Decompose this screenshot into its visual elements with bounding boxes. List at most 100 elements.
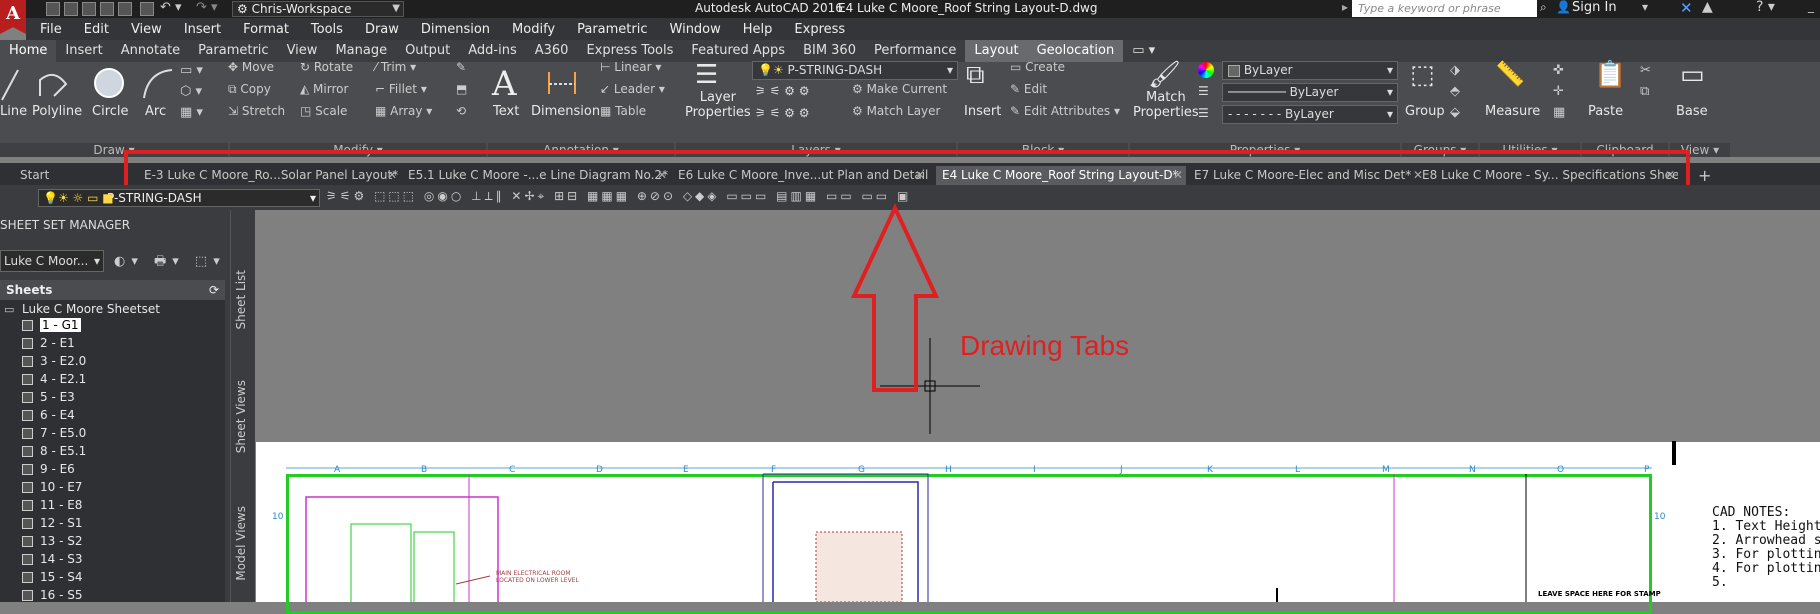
toolbar-icons[interactable]: ⚞⚟⚙ ⬚⬚⬚ ◎◉○ ⊥⟂∥ ✕✢⌖ ⊞⊟ ▦▦▦ ⊕⊘⊙ ◇◆◈ ▭▭▭ ▤… [326, 189, 911, 204]
menu-tools[interactable]: Tools [311, 22, 343, 37]
match-layer-button[interactable]: ⚙ Match Layer [852, 104, 940, 118]
sheet-item[interactable]: 1 - G1 [40, 318, 81, 332]
erase-icon[interactable]: ✎ [456, 60, 466, 74]
offset-icon[interactable]: ⟲ [456, 104, 466, 118]
menu-edit[interactable]: Edit [84, 22, 109, 37]
menu-draw[interactable]: Draw [365, 22, 399, 37]
draw-small-icons[interactable]: ▭ ▾ ⬡ ▾ ▦ ▾ [180, 60, 203, 123]
exchange-icon[interactable]: ✕ [1680, 0, 1693, 17]
edit-attributes-button[interactable]: ✎ Edit Attributes ▾ [1010, 104, 1120, 118]
tab-parametric[interactable]: Parametric [189, 40, 277, 62]
menu-express[interactable]: Express [794, 22, 845, 37]
sheet-item[interactable]: 10 - E7 [40, 480, 82, 494]
layer-tools-icons[interactable]: ⚞ ⚟ ⚙ ⚙ [755, 84, 809, 98]
tab-geolocation[interactable]: Geolocation [1027, 40, 1124, 62]
menu-view[interactable]: View [131, 22, 162, 37]
tab-start[interactable]: Start [14, 166, 118, 185]
table-button[interactable]: ▦ Table [600, 104, 646, 118]
linear-button[interactable]: ⊢ Linear ▾ [600, 60, 661, 74]
stretch-button[interactable]: ⇲ Stretch [228, 104, 285, 118]
cut-copy-icons[interactable]: ✂ ⧉ [1640, 60, 1651, 102]
menu-window[interactable]: Window [670, 22, 721, 37]
save-as-icon[interactable] [100, 2, 114, 16]
menu-file[interactable]: File [40, 22, 62, 37]
polyline-button[interactable]: Polyline [32, 104, 82, 119]
tab-sheet-views[interactable]: Sheet Views [234, 380, 248, 453]
undo-icon[interactable]: ↶ ▾ [160, 0, 182, 15]
menu-dimension[interactable]: Dimension [421, 22, 490, 37]
move-button[interactable]: ✥ Move [228, 60, 274, 74]
paste-button[interactable]: Paste [1588, 104, 1623, 119]
edit-button[interactable]: ✎ Edit [1010, 82, 1047, 96]
sheet-set-combo[interactable]: Luke C Moor... ▾ [0, 250, 104, 272]
tab-model-views[interactable]: Model Views [234, 506, 248, 581]
plot-icon[interactable] [118, 2, 132, 16]
layer-tools-icons-2[interactable]: ⚞ ⚟ ⚙ ⚙ [755, 106, 809, 120]
sheet-item[interactable]: 7 - E5.0 [40, 426, 86, 440]
tab-featured-apps[interactable]: Featured Apps [682, 40, 794, 62]
scale-button[interactable]: ◳ Scale [300, 104, 347, 118]
tab-annotate[interactable]: Annotate [112, 40, 189, 62]
text-button[interactable]: Text [493, 104, 519, 119]
menu-help[interactable]: Help [743, 22, 773, 37]
fillet-button[interactable]: ⌐ Fillet ▾ [375, 82, 427, 96]
tab-output[interactable]: Output [396, 40, 459, 62]
base-button[interactable]: Base [1676, 104, 1708, 119]
explode-icon[interactable]: ⬒ [456, 82, 467, 96]
sign-in-button[interactable]: Sign In [1572, 0, 1617, 15]
sheet-item[interactable]: 14 - S3 [40, 552, 82, 566]
sheet-item[interactable]: 4 - E2.1 [40, 372, 86, 386]
circle-button[interactable]: Circle [92, 104, 129, 119]
tab-insert[interactable]: Insert [56, 40, 111, 62]
make-current-button[interactable]: ⚙ Make Current [852, 82, 947, 96]
match-properties-button[interactable]: Match Properties [1133, 90, 1199, 120]
line-button[interactable]: Line [0, 104, 27, 119]
sheet-item[interactable]: 11 - E8 [40, 498, 82, 512]
tab-home[interactable]: Home [0, 40, 57, 62]
tab-manage[interactable]: Manage [326, 40, 396, 62]
linetype-dropdown[interactable]: ──────── ByLayer ▾ [1222, 83, 1398, 102]
sheet-item[interactable]: 6 - E4 [40, 408, 75, 422]
layer-properties-button[interactable]: Layer Properties [685, 90, 751, 120]
save-icon[interactable] [82, 2, 96, 16]
group-tools-icons[interactable]: ⬗ ⬘ ⬙ [1450, 60, 1460, 123]
search-icon[interactable]: ⌕ [1540, 0, 1554, 17]
measure-button[interactable]: Measure [1485, 104, 1540, 119]
sheet-item[interactable]: 3 - E2.0 [40, 354, 86, 368]
redo-icon[interactable]: ↷ ▾ [196, 0, 218, 15]
color-dropdown[interactable]: ByLayer ▾ [1222, 61, 1398, 80]
tab-layout[interactable]: Layout [965, 40, 1028, 62]
minimize-icon[interactable]: _ [1808, 0, 1814, 13]
utility-tools-icons[interactable]: ✜ ✛ ▦ [1553, 60, 1565, 123]
refresh-icon[interactable]: ⟳ [209, 280, 219, 300]
tab-performance[interactable]: Performance [865, 40, 965, 62]
help-icon[interactable]: ? ▾ [1756, 0, 1775, 15]
menu-format[interactable]: Format [243, 22, 289, 37]
sheet-item[interactable]: 5 - E3 [40, 390, 75, 404]
tab-a360[interactable]: A360 [526, 40, 578, 62]
sheet-item[interactable]: 16 - S5 [40, 588, 82, 602]
workspace-dropdown[interactable]: ⚙ Chris-Workspace ▼ [232, 1, 404, 17]
array-button[interactable]: ▦ Array ▾ [375, 104, 432, 118]
rotate-button[interactable]: ↻ Rotate [300, 60, 353, 74]
create-button[interactable]: ▭ Create [1010, 60, 1065, 74]
sheet-item[interactable]: 2 - E1 [40, 336, 75, 350]
menu-modify[interactable]: Modify [512, 22, 555, 37]
tab-bim-360[interactable]: BIM 360 [794, 40, 865, 62]
insert-button[interactable]: Insert [964, 104, 1001, 119]
tab-add-ins[interactable]: Add-ins [459, 40, 525, 62]
tab-sheet-list[interactable]: Sheet List [234, 270, 248, 329]
tab-express-tools[interactable]: Express Tools [577, 40, 682, 62]
autocad-logo[interactable]: A [0, 0, 26, 34]
open-icon[interactable] [64, 2, 78, 16]
new-tab-icon[interactable]: + [1692, 166, 1716, 185]
sheet-item[interactable]: 12 - S1 [40, 516, 82, 530]
sheet-set-root[interactable]: Luke C Moore Sheetset [22, 302, 160, 316]
leader-button[interactable]: ↙ Leader ▾ [600, 82, 665, 96]
arc-button[interactable]: Arc [145, 104, 166, 119]
menu-parametric[interactable]: Parametric [577, 22, 647, 37]
search-arrow-icon[interactable]: ▸ [1342, 0, 1350, 17]
lineweight-dropdown[interactable]: - - - - - - - ByLayer ▾ [1222, 105, 1398, 124]
search-input[interactable]: Type a keyword or phrase [1352, 0, 1537, 17]
ssm-toolbar-icons[interactable]: ◐▾ 🖶▾ ⬚▾ [114, 252, 226, 274]
